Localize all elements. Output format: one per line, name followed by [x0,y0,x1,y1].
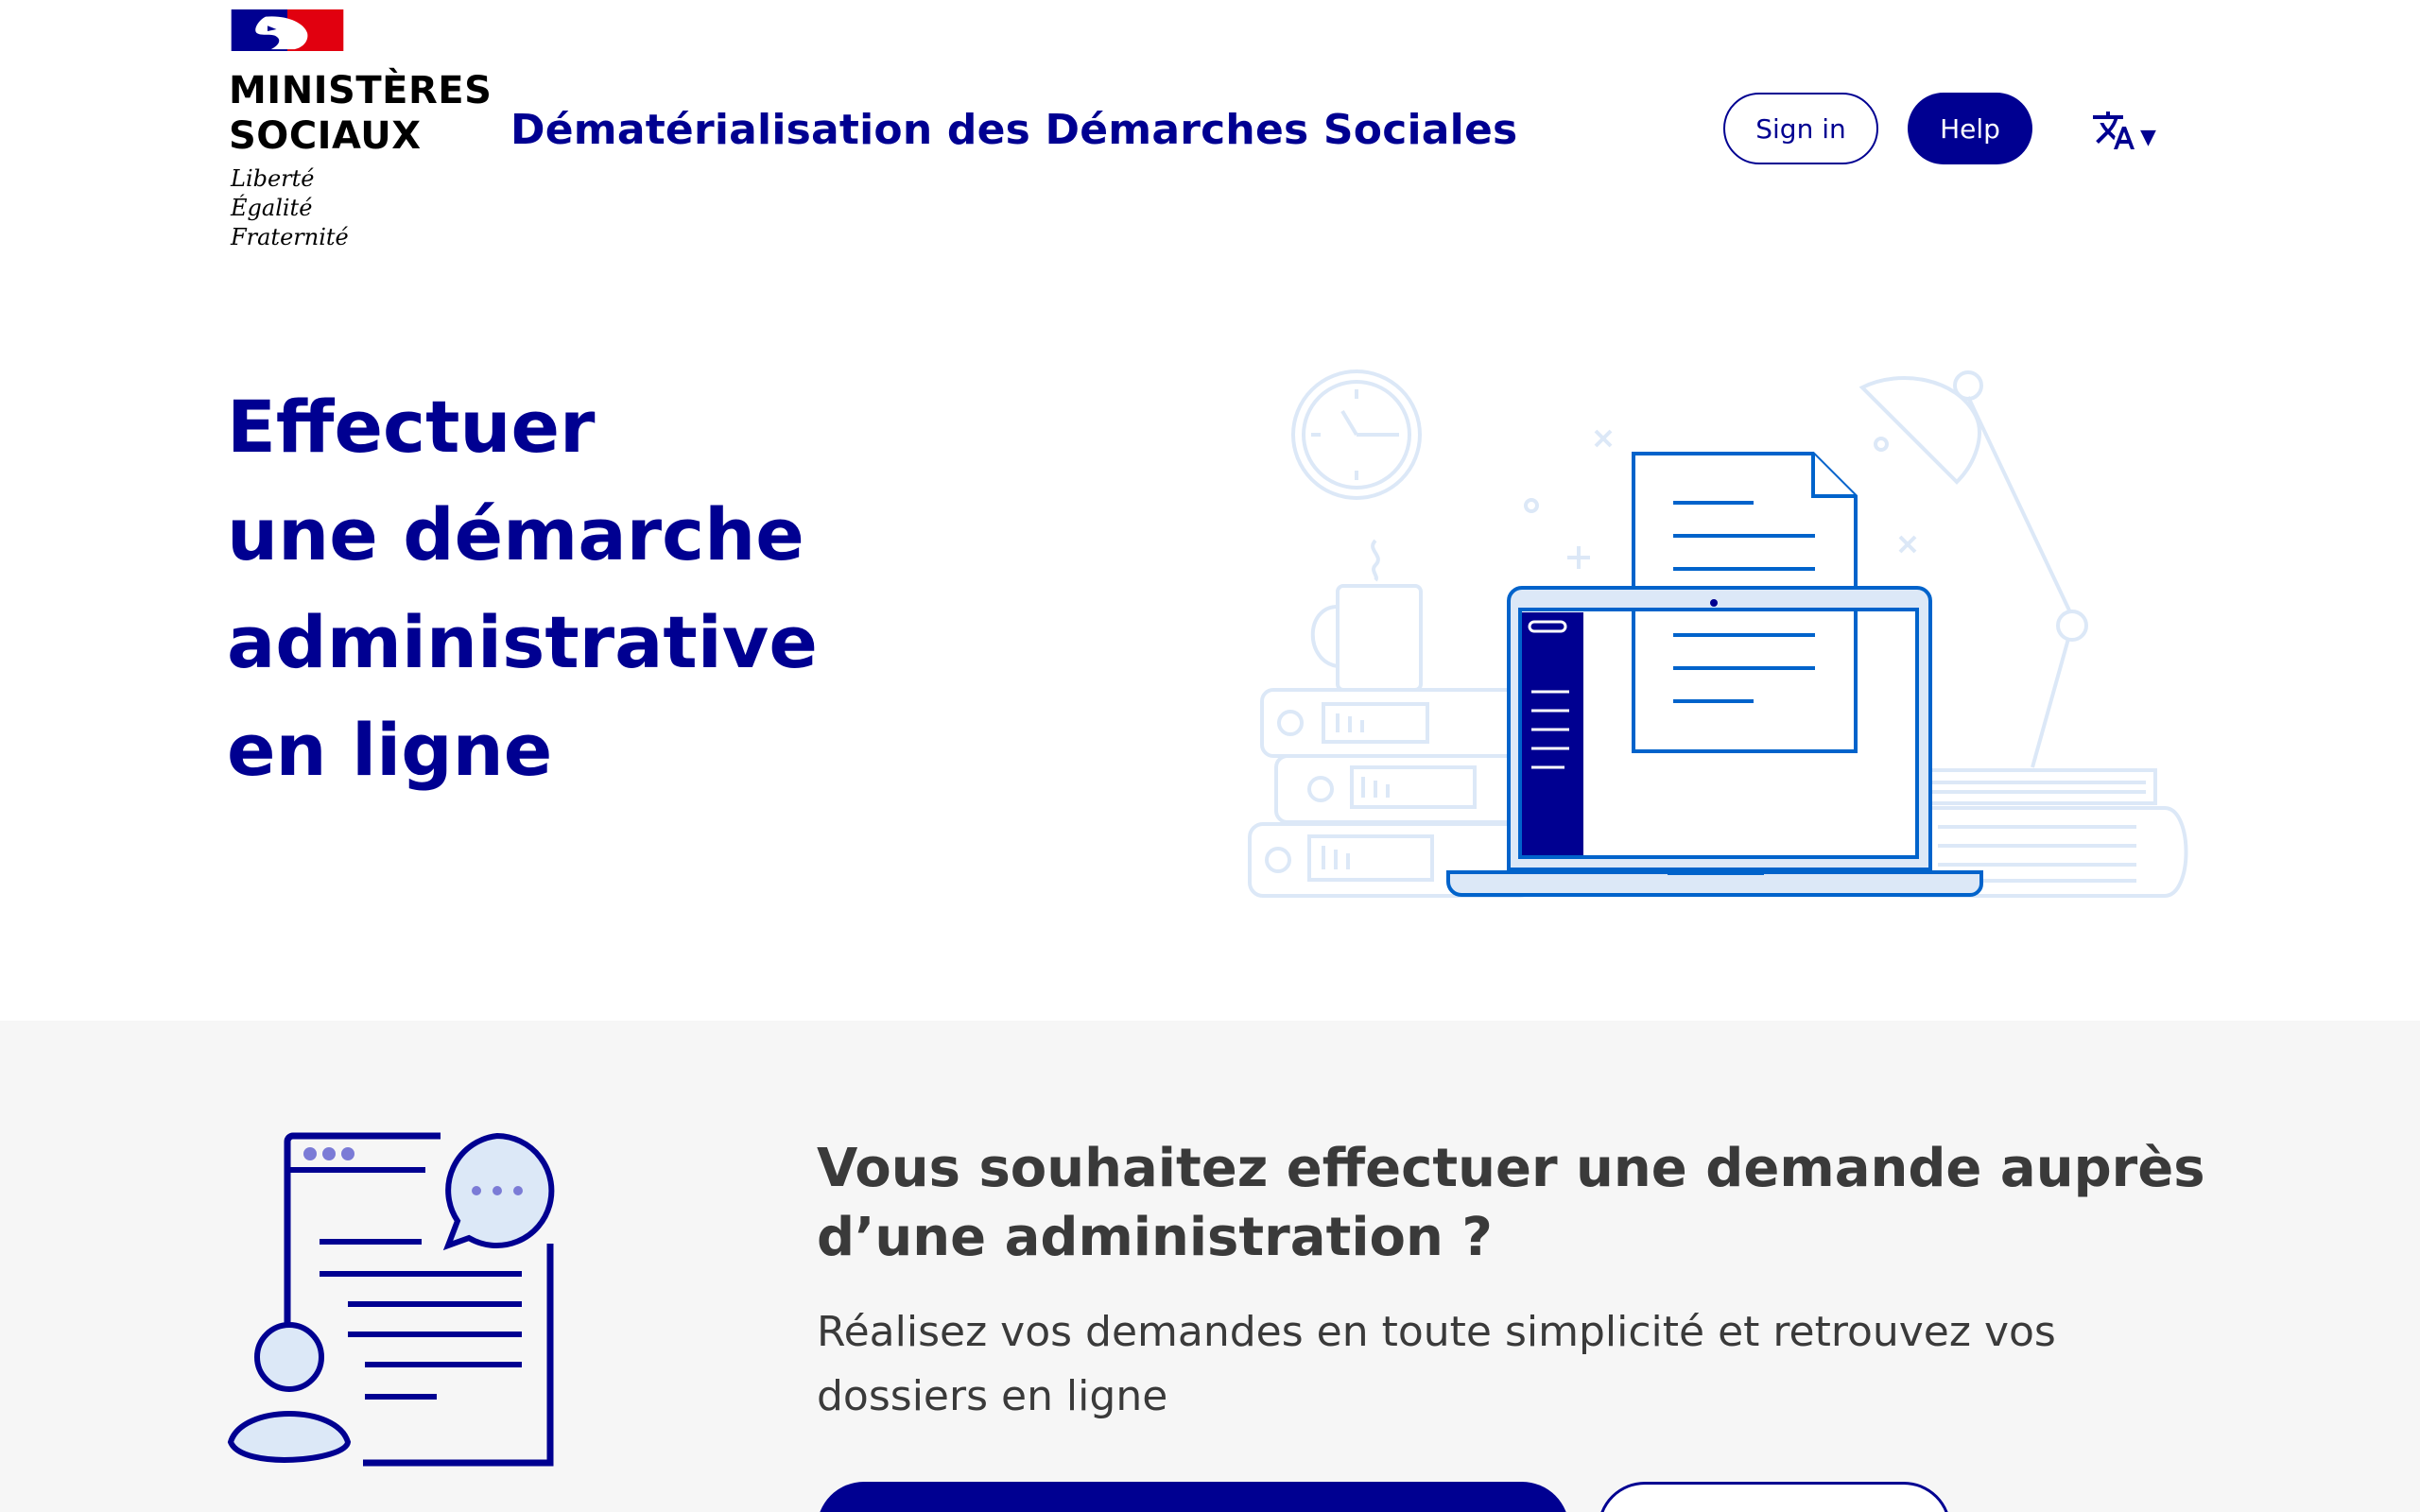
language-selector[interactable]: ▼ [2091,102,2167,159]
laptop-desk-illustration [1248,369,2188,898]
chevron-down-icon: ▼ [2140,125,2156,149]
user-request-icon [227,1132,555,1467]
secondary-action-button[interactable] [1598,1482,1951,1512]
site-header: MINISTÈRES SOCIAUX Liberté Égalité Frate… [0,0,2420,274]
sign-in-button[interactable]: Sign in [1723,93,1878,164]
ministry-logo[interactable]: MINISTÈRES SOCIAUX Liberté Égalité Frate… [229,9,503,255]
hero-title: Effectuer une démarche administrative en… [227,373,945,804]
hero-title-line: administrative [227,600,818,684]
hero-title-line: Effectuer [227,385,596,469]
request-title: Vous souhaitez effectuer une demande aup… [817,1138,2205,1268]
start-request-button[interactable] [817,1482,1569,1512]
translate-icon [2093,112,2135,149]
marianne-flag-icon [231,9,344,51]
republic-motto: Liberté Égalité Fraternité [231,165,349,250]
request-description: Réalisez vos demandes en toute simplicit… [817,1308,2056,1420]
hero-title-line: une démarche [227,492,804,576]
hero-title-line: en ligne [227,708,553,792]
clock-icon [1291,369,1422,500]
ministry-name: MINISTÈRES SOCIAUX [229,69,493,158]
site-title[interactable]: Dématérialisation des Démarches Sociales [510,104,1517,157]
help-button[interactable]: Help [1908,93,2032,164]
